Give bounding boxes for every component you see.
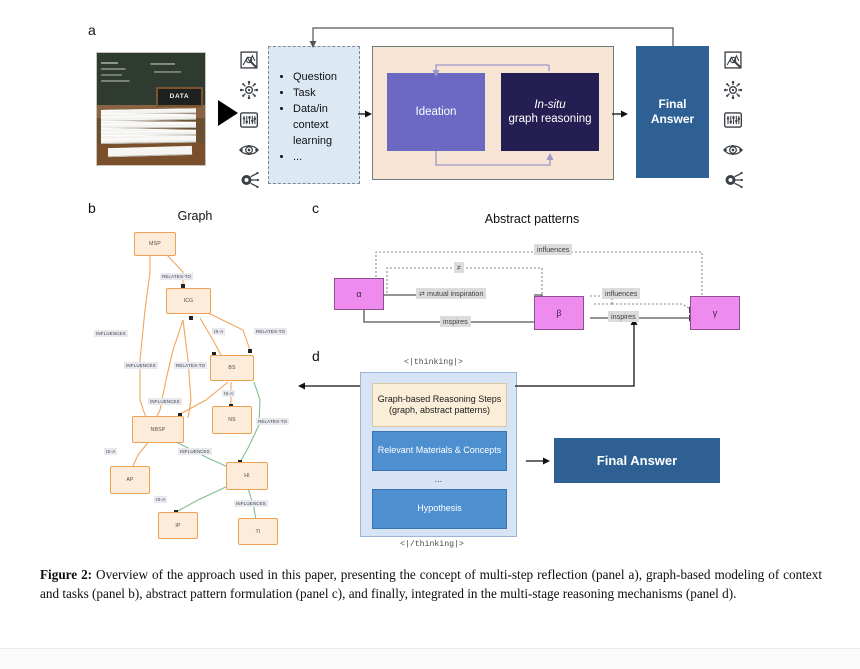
pattern-edge-label-not-equal: ≠	[454, 262, 464, 273]
panel-d: d <|thinking|> <|/thinking|> Graph-based…	[298, 348, 762, 553]
graph-edges	[130, 253, 261, 522]
panel-a-connectors	[309, 27, 674, 118]
graph-edge-label: IS-A	[104, 448, 118, 455]
graph-node-ip: IP	[158, 512, 198, 539]
figure-page: a DATA • Question • Task • Data/in conte…	[0, 0, 860, 669]
pattern-edge-label-inspires-bg: inspires	[608, 311, 639, 322]
graph-edge-label: INFLUENCES	[234, 500, 268, 507]
pattern-edge-label-inspires-ab: inspires	[440, 316, 471, 327]
caption-label: Figure 2:	[40, 567, 93, 582]
graph-edge-label: RELATES-TO	[160, 273, 194, 280]
panel-c: c Abstract patterns α β γ influences ≠ ⇄…	[312, 200, 762, 350]
figure-caption: Figure 2: Overview of the approach used …	[40, 566, 822, 603]
graph-node-hi: HI	[226, 462, 268, 490]
pattern-edge-label-influences-top: influences	[534, 244, 573, 255]
panel-b: b Graph MSP ICG BS NS NBSP AP HI IP TI R…	[88, 200, 318, 555]
caption-text: Overview of the approach used in this pa…	[40, 567, 822, 601]
graph-node-ap: AP	[110, 466, 150, 494]
graph-node-ti: TI	[238, 518, 278, 545]
graph-edge-label: IS-A	[222, 390, 236, 397]
panel-d-connectors	[298, 350, 635, 465]
graph-edge-label: IS-A	[154, 496, 168, 503]
graph-edge-label: INFLUENCES	[124, 362, 158, 369]
panel-a: a DATA • Question • Task • Data/in conte…	[88, 22, 788, 197]
page-bottom-edge	[0, 648, 860, 669]
graph-edge-label: RELATES-TO	[256, 418, 290, 425]
graph-edge-label: INFLUENCES	[178, 448, 212, 455]
pattern-node-beta: β	[534, 296, 584, 330]
graph-node-icg: ICG	[166, 288, 211, 314]
pattern-node-gamma: γ	[690, 296, 740, 330]
graph-edge-label: RELATES-TO	[254, 328, 288, 335]
graph-node-nbsp: NBSP	[132, 416, 184, 443]
graph-edge-label: INFLUENCES	[148, 398, 182, 405]
graph-edge-label: IS-A	[212, 328, 226, 335]
graph-node-ns: NS	[212, 406, 252, 434]
graph-node-bs: BS	[210, 355, 254, 381]
graph-node-msp: MSP	[134, 232, 176, 256]
pattern-node-alpha: α	[334, 278, 384, 310]
graph-edge-label: INFLUENCES	[94, 330, 128, 337]
pattern-edge-label-mutual-inspiration: ⇄ mutual inspiration	[416, 288, 487, 299]
graph-edge-label: RELATES-TO	[174, 362, 208, 369]
pattern-edge-label-influences-bg: influences	[602, 288, 641, 299]
